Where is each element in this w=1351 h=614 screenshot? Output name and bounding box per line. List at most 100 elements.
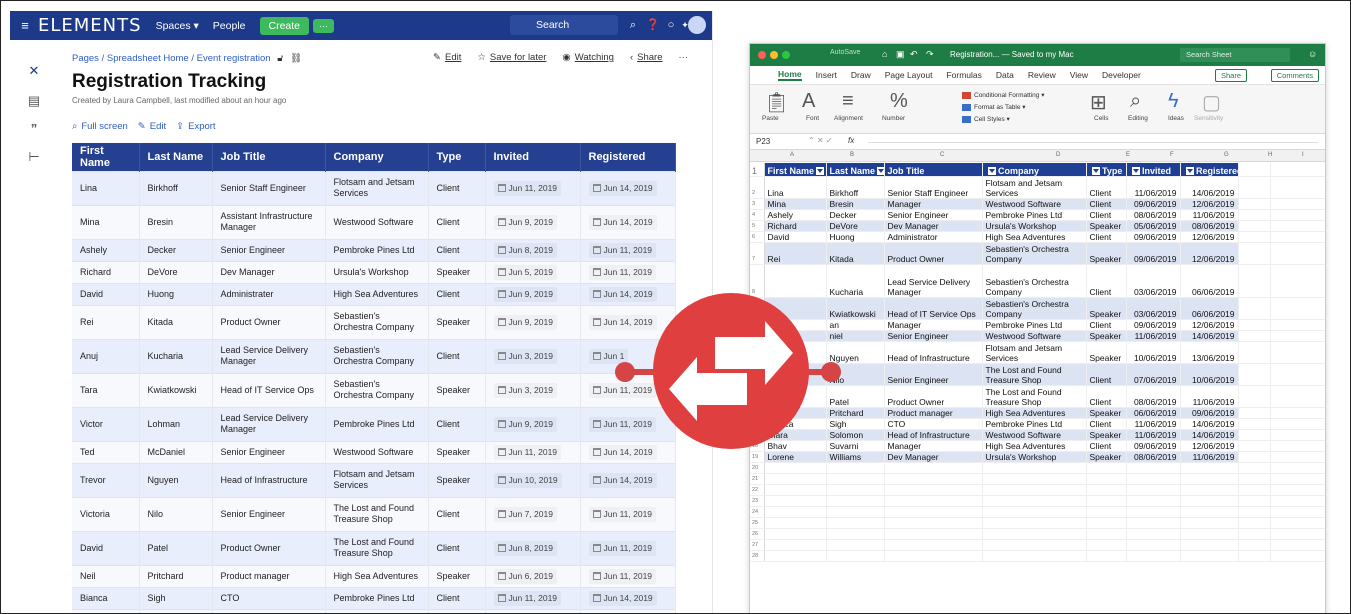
table-cell[interactable]: Sebastien's Orchestra Company	[325, 372, 429, 407]
excel-cell[interactable]: Client	[1086, 319, 1127, 331]
filter-dropdown-icon[interactable]	[877, 167, 883, 175]
column-letter[interactable]: H	[1268, 152, 1272, 158]
date-lozenge[interactable]: Jun 3, 2019	[493, 348, 557, 364]
table-cell[interactable]: Product Owner	[212, 304, 326, 339]
excel-cell[interactable]: Sebastien's Orchestra Company	[982, 297, 1087, 320]
date-lozenge[interactable]: Jun 11, 2019	[588, 540, 657, 556]
redo-icon[interactable]: ↷	[926, 49, 934, 60]
empty-cell[interactable]	[1270, 528, 1325, 540]
excel-cell[interactable]: 10/06/2019	[1126, 341, 1181, 364]
empty-cell[interactable]	[764, 539, 827, 551]
column-letter[interactable]: C	[940, 152, 944, 158]
empty-cell[interactable]	[1180, 517, 1239, 529]
date-lozenge[interactable]: Jun 6, 2019	[493, 568, 557, 584]
empty-cell[interactable]	[1270, 539, 1325, 551]
empty-cell[interactable]	[1238, 484, 1271, 496]
empty-cell[interactable]	[1270, 550, 1325, 562]
row-number[interactable]: 23	[750, 495, 765, 507]
notifications-icon[interactable]: ○	[664, 18, 678, 32]
excel-cell[interactable]: Decker	[826, 209, 885, 221]
table-row[interactable]: Neil Pritchard Product manager High Sea Adv…	[72, 564, 676, 587]
conditional-formatting-button[interactable]: Conditional Formatting ▾	[962, 91, 1044, 99]
empty-cell[interactable]	[1238, 539, 1271, 551]
excel-empty-row[interactable]: 21	[750, 473, 1325, 485]
empty-cell[interactable]	[826, 550, 885, 562]
date-lozenge[interactable]: Jun 9, 2019	[493, 286, 557, 302]
excel-cell[interactable]: Nguyen	[826, 341, 885, 364]
empty-cell[interactable]	[1238, 163, 1271, 177]
excel-cell[interactable]: Pembroke Pines Ltd	[982, 319, 1087, 331]
restriction-icon[interactable]: 🔓︎	[277, 53, 283, 64]
excel-cell[interactable]: 08/06/2019	[1126, 385, 1181, 408]
column-letter[interactable]: E	[1126, 152, 1130, 158]
empty-cell[interactable]	[826, 495, 885, 507]
excel-cell[interactable]: Senior Engineer	[884, 363, 983, 386]
empty-cell[interactable]	[1270, 495, 1325, 507]
excel-cell[interactable]: Sebastien's Orchestra Company	[982, 264, 1087, 298]
search-icon[interactable]: ⌕	[626, 18, 640, 32]
paste-icon[interactable]: 📋︎	[764, 90, 789, 115]
table-cell[interactable]: Sigh	[139, 586, 213, 609]
table-cell[interactable]: Jun 11, 2019	[580, 496, 676, 531]
date-lozenge[interactable]: Jun 9, 2019	[493, 314, 557, 330]
table-cell[interactable]: Rei	[72, 304, 140, 339]
table-edit-button[interactable]: ✎ Edit	[138, 121, 166, 132]
excel-cell[interactable]: 14/06/2019	[1180, 330, 1239, 342]
excel-cell[interactable]: Administrator	[884, 231, 983, 243]
empty-cell[interactable]	[1270, 231, 1325, 243]
excel-cell[interactable]: Product manager	[884, 407, 983, 419]
table-cell[interactable]: Ted	[72, 440, 140, 463]
empty-cell[interactable]	[1238, 297, 1271, 320]
excel-empty-row[interactable]: 25	[750, 517, 1325, 529]
table-cell[interactable]: Client	[428, 406, 486, 441]
row-number[interactable]: 2	[750, 176, 765, 199]
table-cell[interactable]: Lead Service Delivery Manager	[212, 406, 326, 441]
empty-cell[interactable]	[1238, 198, 1271, 210]
date-lozenge[interactable]: Jun 14, 2019	[588, 214, 657, 230]
empty-cell[interactable]	[1126, 517, 1181, 529]
filter-dropdown-icon[interactable]	[816, 167, 825, 175]
excel-cell[interactable]: Client	[1086, 418, 1127, 430]
empty-cell[interactable]	[1086, 539, 1127, 551]
search-input[interactable]: Search	[510, 15, 618, 35]
table-row[interactable]: Lina Birkhoff Senior Staff Engineer Flotsam…	[72, 170, 676, 205]
column-letter[interactable]: D	[1056, 152, 1060, 158]
empty-cell[interactable]	[1270, 506, 1325, 518]
date-lozenge[interactable]: Jun 11, 2019	[588, 416, 657, 432]
empty-cell[interactable]	[1270, 462, 1325, 474]
excel-cell[interactable]: Manager	[884, 198, 983, 210]
excel-row[interactable]: 11nielSenior EngineerWestwood SoftwareSp…	[750, 330, 1325, 342]
excel-cell[interactable]: Client	[1086, 264, 1127, 298]
excel-cell[interactable]: 12/06/2019	[1180, 198, 1239, 210]
excel-cell[interactable]: 14/06/2019	[1180, 176, 1239, 199]
empty-cell[interactable]	[1180, 506, 1239, 518]
table-row[interactable]: Rei Kitada Product Owner Sebastien's Orches…	[72, 304, 676, 339]
empty-cell[interactable]	[1270, 330, 1325, 342]
empty-cell[interactable]	[826, 473, 885, 485]
column-letter[interactable]: A	[790, 152, 794, 158]
date-lozenge[interactable]: Jun 11, 2019	[588, 242, 657, 258]
excel-cell[interactable]: niel	[826, 330, 885, 342]
empty-cell[interactable]	[1238, 220, 1271, 232]
empty-cell[interactable]	[764, 550, 827, 562]
table-cell[interactable]: Assistant Infrastructure Manager	[212, 204, 326, 239]
excel-header-cell[interactable]: Type	[1086, 163, 1127, 177]
tree-icon[interactable]: ⊢	[27, 150, 41, 164]
table-cell[interactable]: Senior Staff Engineer	[212, 170, 326, 205]
excel-cell[interactable]: Speaker	[1086, 220, 1127, 232]
create-more-button[interactable]: ···	[313, 18, 335, 33]
excel-row[interactable]: 15NeilPritchardProduct managerHigh Sea A…	[750, 407, 1325, 419]
excel-cell[interactable]: 09/06/2019	[1126, 242, 1181, 265]
empty-cell[interactable]	[1126, 462, 1181, 474]
row-number[interactable]: 20	[750, 462, 765, 474]
table-cell[interactable]: Product Owner	[212, 530, 326, 565]
excel-cell[interactable]: DeVore	[826, 220, 885, 232]
table-cell[interactable]: Nguyen	[139, 462, 213, 497]
empty-cell[interactable]	[1270, 385, 1325, 408]
excel-row[interactable]: 2 Lina Birkhoff Senior Staff Engineer Flotsa…	[750, 176, 1325, 199]
ideas-icon[interactable]: ϟ	[1168, 90, 1179, 113]
excel-cell[interactable]: 09/06/2019	[1126, 231, 1181, 243]
empty-cell[interactable]	[1270, 220, 1325, 232]
table-row[interactable]: Anuj Kucharia Lead Service Delivery Manage…	[72, 338, 676, 373]
excel-empty-row[interactable]: 23	[750, 495, 1325, 507]
